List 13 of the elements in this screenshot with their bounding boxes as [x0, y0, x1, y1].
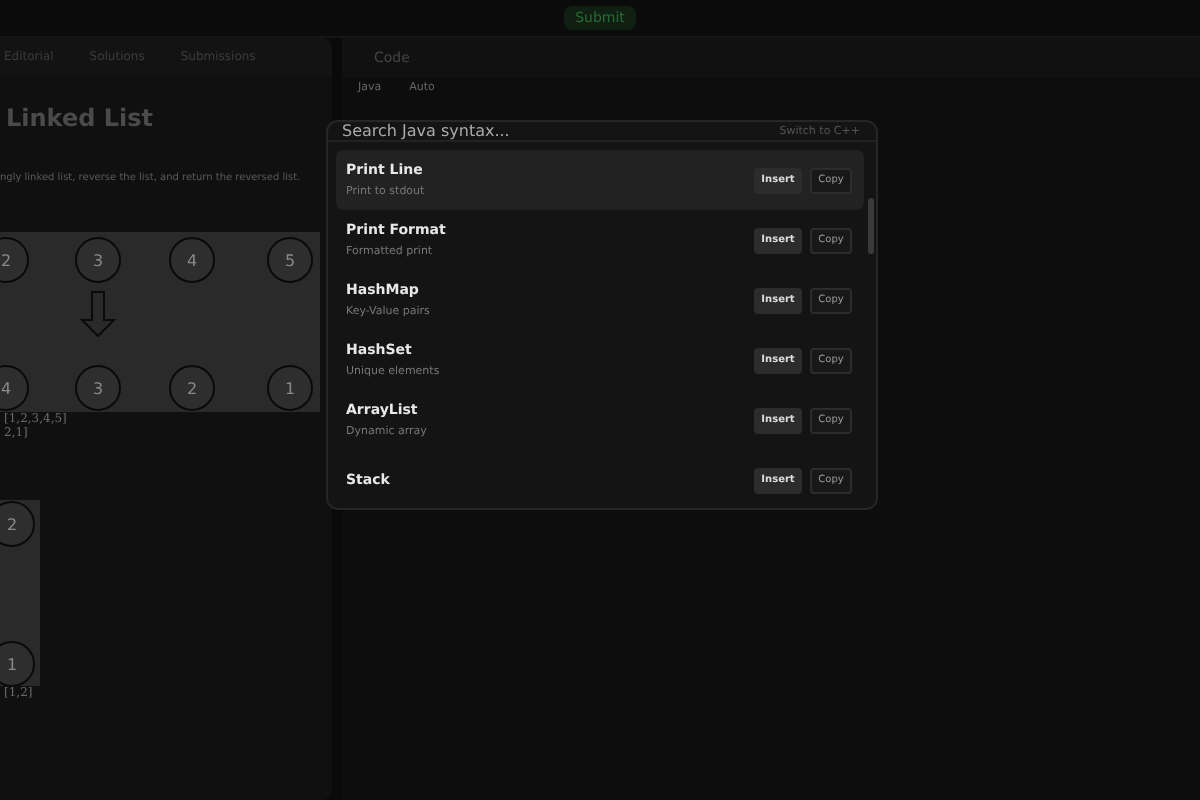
search-field[interactable]: Search Java syntax...	[342, 122, 682, 140]
list-node: 5	[267, 237, 313, 283]
list-node: 2	[0, 501, 35, 547]
list-node: 4	[0, 365, 29, 411]
problem-title: Linked List	[6, 104, 156, 132]
list-node: 2	[0, 237, 29, 283]
list-node: 1	[0, 641, 35, 686]
list-node: 3	[75, 237, 121, 283]
down-arrow-icon	[79, 291, 117, 338]
list-node: 2	[169, 365, 215, 411]
list-node: 3	[75, 365, 121, 411]
list-node: 1	[267, 365, 313, 411]
list-node: 4	[169, 237, 215, 283]
